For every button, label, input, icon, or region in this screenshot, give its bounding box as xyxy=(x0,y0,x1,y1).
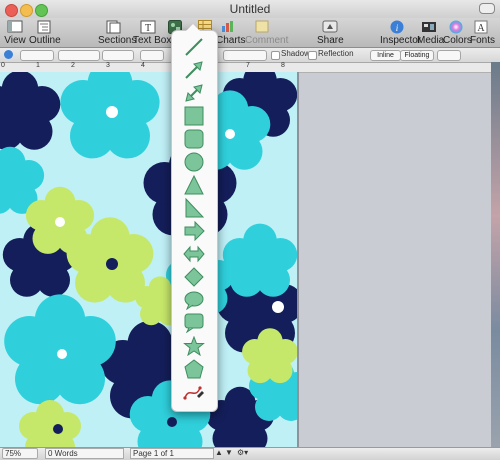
previous-page-icon[interactable]: ▲ xyxy=(215,448,223,457)
toolbar-toggle-button[interactable] xyxy=(479,3,495,14)
ruler-mark: 4 xyxy=(141,62,145,69)
reflection-checkbox[interactable] xyxy=(308,51,317,60)
status-bar: 75% 0 Words Page 1 of 1 ▲ ▼ ⚙▾ xyxy=(0,447,500,460)
share-button[interactable]: Share xyxy=(317,18,344,46)
double-arrow-line-icon[interactable] xyxy=(183,83,205,103)
document-page[interactable] xyxy=(0,72,297,447)
font-size-popup[interactable] xyxy=(102,50,134,61)
media-button[interactable]: Media xyxy=(417,18,445,46)
media-icon xyxy=(421,19,437,34)
title-bar: Untitled xyxy=(0,0,500,19)
triangle-icon[interactable] xyxy=(183,174,205,195)
share-label: Share xyxy=(317,35,344,46)
reflection-label: Reflection xyxy=(318,49,354,58)
comment-icon xyxy=(254,19,270,34)
menu-arrow xyxy=(186,24,200,31)
double-arrow-icon[interactable] xyxy=(183,244,205,264)
sections-button[interactable]: Sections xyxy=(98,18,137,46)
text-box-button[interactable]: T Text Box xyxy=(133,18,172,46)
outline-button[interactable]: Outline xyxy=(29,18,61,46)
svg-text:T: T xyxy=(145,23,151,34)
ruler-mark: 3 xyxy=(106,62,110,69)
outline-icon xyxy=(36,19,52,34)
next-page-icon[interactable]: ▼ xyxy=(225,448,233,457)
ruler-mark: 0 xyxy=(1,62,5,69)
desktop-background-edge xyxy=(491,62,500,447)
square-icon[interactable] xyxy=(183,106,205,126)
shadow-label: Shadow xyxy=(281,49,310,58)
inline-button[interactable]: Inline xyxy=(370,50,401,61)
zoom-value: 75% xyxy=(5,449,22,458)
callout-square-icon[interactable] xyxy=(183,313,205,334)
colors-button[interactable]: Colors xyxy=(443,18,472,46)
ruler-mark: 7 xyxy=(246,62,250,69)
media-label: Media xyxy=(417,35,445,46)
diamond-icon[interactable] xyxy=(183,267,205,287)
sections-label: Sections xyxy=(98,35,137,46)
arrow-icon[interactable] xyxy=(183,220,205,242)
page-indicator: Page 1 of 1 xyxy=(130,448,214,459)
floral-pattern-image xyxy=(0,72,297,447)
zoom-popup[interactable]: 75% xyxy=(2,448,38,459)
window-title: Untitled xyxy=(229,2,271,16)
toolbar: View Outline Sections T Text Box S Chart… xyxy=(0,18,500,48)
view-button[interactable]: View xyxy=(4,18,26,46)
floating-button[interactable]: Floating xyxy=(400,50,434,61)
star-icon[interactable] xyxy=(183,335,205,357)
font-family-popup[interactable] xyxy=(58,50,100,61)
rounded-square-icon[interactable] xyxy=(183,129,205,149)
shapes-menu xyxy=(171,24,218,412)
arrow-line-icon[interactable] xyxy=(183,60,205,80)
speech-bubble-icon[interactable] xyxy=(183,290,205,311)
wrap-popup[interactable] xyxy=(437,50,461,61)
text-box-label: Text Box xyxy=(133,35,172,46)
stroke-popup[interactable] xyxy=(223,50,267,61)
circle-icon[interactable] xyxy=(183,152,205,172)
action-gear-icon[interactable]: ⚙▾ xyxy=(237,448,248,457)
color-wheel-icon xyxy=(448,19,464,34)
info-icon: i xyxy=(389,19,405,34)
charts-icon xyxy=(220,19,236,34)
pen-tool-icon[interactable] xyxy=(183,382,205,402)
fonts-label: Fonts xyxy=(470,35,496,46)
page-shadow xyxy=(297,72,299,447)
sections-icon xyxy=(105,19,121,34)
charts-label: Charts xyxy=(216,35,246,46)
svg-text:A: A xyxy=(477,23,485,34)
fonts-icon: A xyxy=(473,19,489,34)
view-icon xyxy=(7,19,23,34)
line-style-popup[interactable] xyxy=(140,50,164,61)
comment-label: Comment xyxy=(245,35,289,46)
fonts-button[interactable]: A Fonts xyxy=(470,18,496,46)
colors-label: Colors xyxy=(443,35,472,46)
pentagon-icon[interactable] xyxy=(183,359,205,379)
share-icon xyxy=(322,19,338,34)
format-bar: Shadow Reflection Inline Floating xyxy=(0,48,500,63)
comment-button[interactable]: Comment xyxy=(245,18,289,46)
inspector-button[interactable]: i Inspector xyxy=(380,18,422,46)
view-label: View xyxy=(4,35,26,46)
shadow-checkbox[interactable] xyxy=(271,51,280,60)
styles-drawer-icon[interactable] xyxy=(4,50,13,59)
charts-button[interactable]: Charts xyxy=(216,18,246,46)
right-triangle-icon[interactable] xyxy=(183,197,205,218)
ruler-mark: 2 xyxy=(71,62,75,69)
inspector-label: Inspector xyxy=(380,35,422,46)
outline-label: Outline xyxy=(29,35,61,46)
ruler-mark: 8 xyxy=(281,62,285,69)
word-count[interactable]: 0 Words xyxy=(45,448,124,459)
line-icon[interactable] xyxy=(183,37,205,57)
ruler-mark: 1 xyxy=(36,62,40,69)
style-popup[interactable] xyxy=(20,50,54,61)
text-box-icon: T xyxy=(140,19,156,34)
